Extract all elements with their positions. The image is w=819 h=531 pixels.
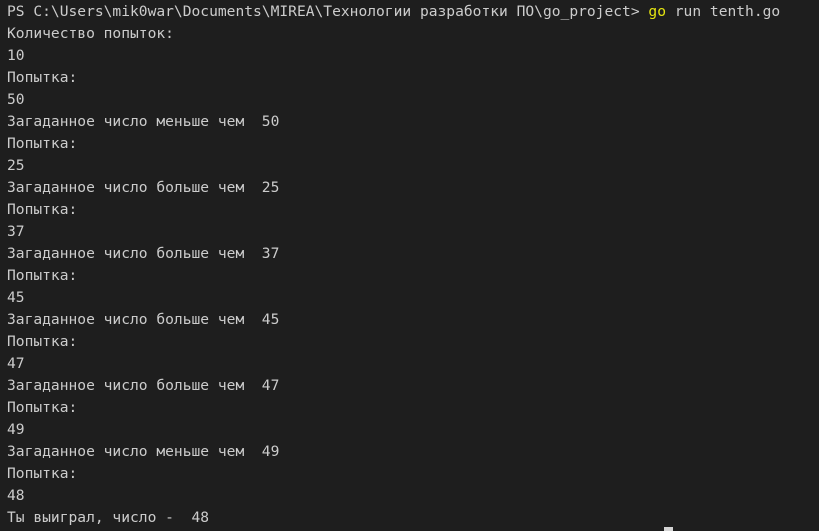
prompt-path: PS C:\Users\mik0war\Documents\MIREA\Техн… [7, 3, 649, 20]
output-line: Попытка: [7, 465, 78, 482]
output-line: Попытка: [7, 267, 78, 284]
output-line: 45 [7, 289, 25, 306]
output-line: Попытка: [7, 135, 78, 152]
output-line: 48 [7, 487, 25, 504]
output-line: 50 [7, 91, 25, 108]
output-line: 37 [7, 223, 25, 240]
output-line: Попытка: [7, 201, 78, 218]
output-line: Попытка: [7, 69, 78, 86]
command-keyword: go [648, 3, 666, 20]
output-line: Количество попыток: [7, 25, 174, 42]
output-line: Загаданное число больше чем 45 [7, 311, 280, 328]
output-line: 47 [7, 355, 25, 372]
output-line: 10 [7, 47, 25, 64]
text-cursor [664, 527, 673, 531]
output-line: Загаданное число больше чем 37 [7, 245, 280, 262]
output-line: 25 [7, 157, 25, 174]
prompt-line: PS C:\Users\mik0war\Documents\MIREA\Техн… [7, 1, 819, 23]
command-args: run tenth.go [665, 3, 781, 20]
output-line: Ты выиграл, число - 48 [7, 509, 210, 526]
output-line: Попытка: [7, 333, 78, 350]
output-line: Загаданное число меньше чем 49 [7, 443, 280, 460]
output-line: Загаданное число больше чем 25 [7, 179, 280, 196]
output-line: Загаданное число меньше чем 50 [7, 113, 280, 130]
output-line: Попытка: [7, 399, 78, 416]
terminal-output[interactable]: PS C:\Users\mik0war\Documents\MIREA\Техн… [0, 0, 819, 531]
output-line: 49 [7, 421, 25, 438]
output-line: Загаданное число больше чем 47 [7, 377, 280, 394]
